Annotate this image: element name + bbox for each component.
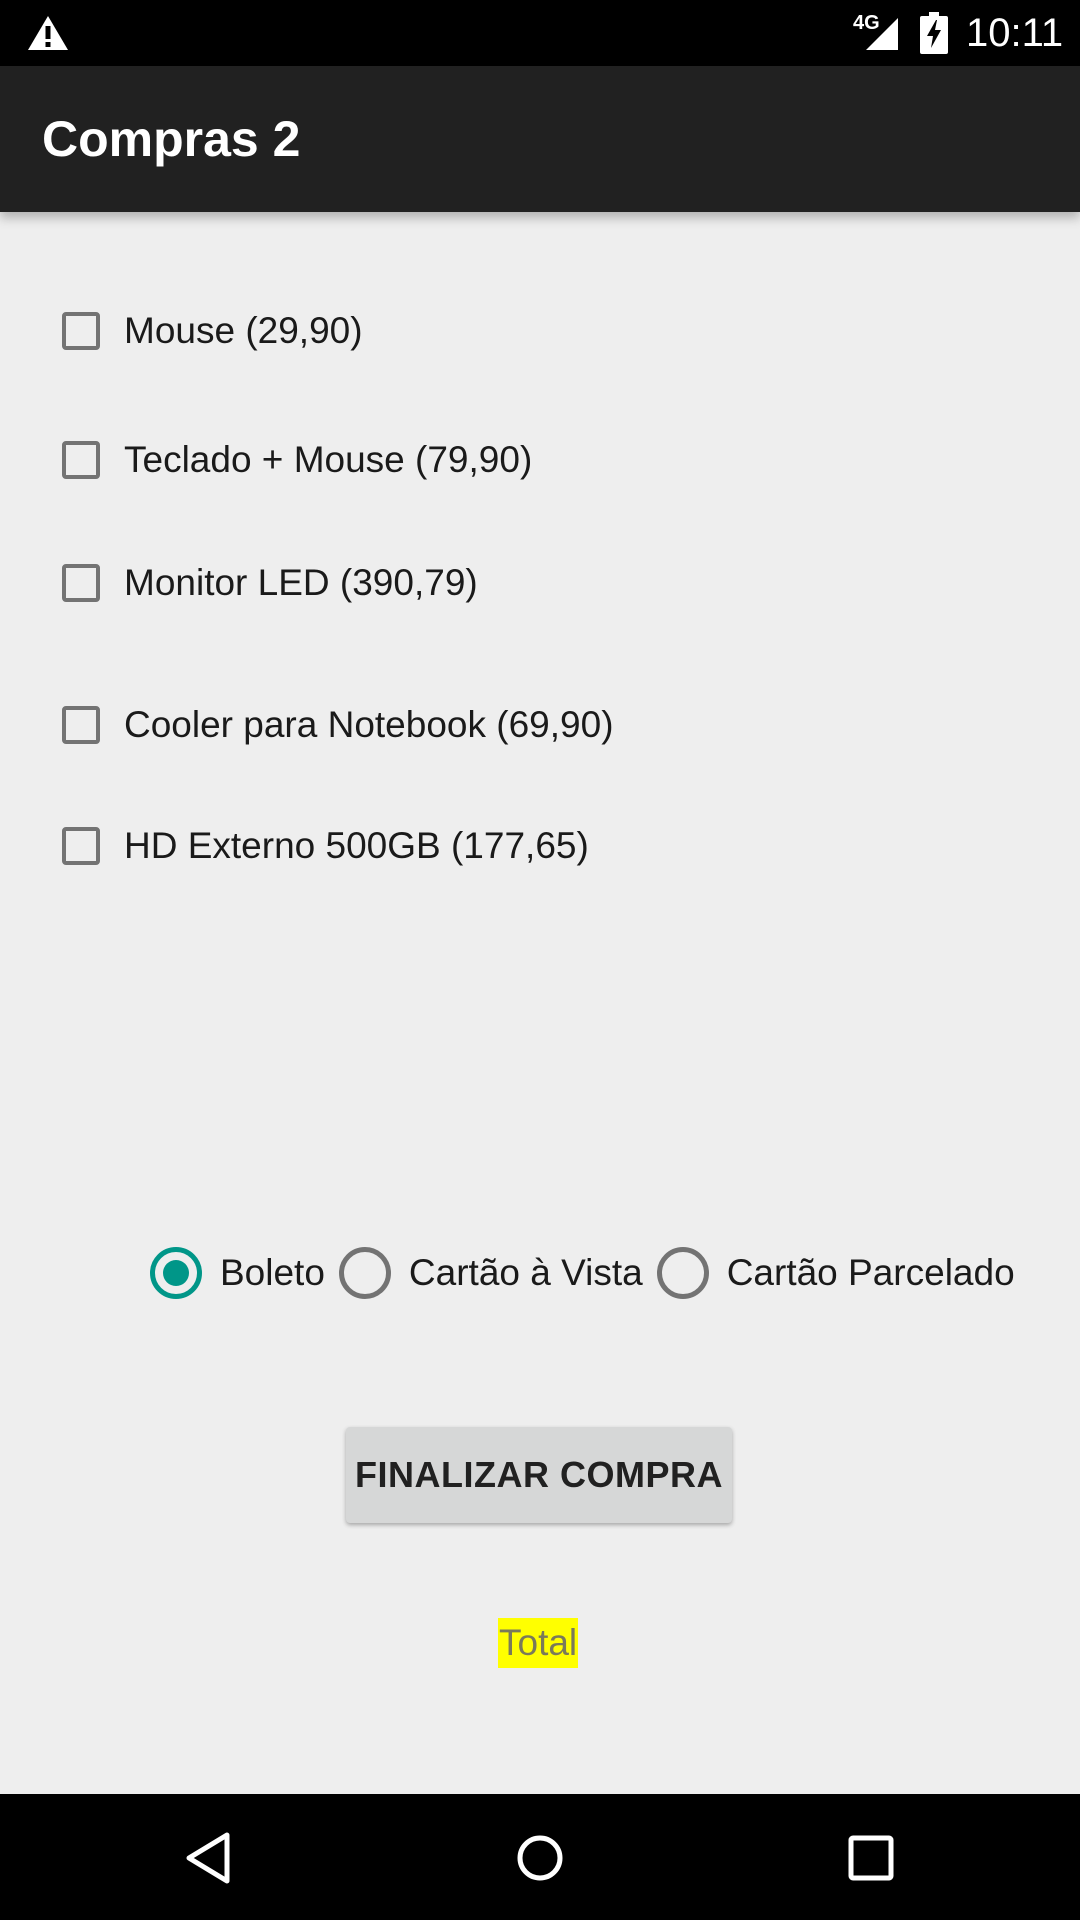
signal-icon [866, 18, 898, 50]
radio-label: Cartão à Vista [408, 1252, 643, 1293]
product-label: Monitor LED (390,79) [124, 562, 478, 603]
radio-cartao-a-vista[interactable]: Cartão à Vista [338, 1247, 643, 1299]
radio-cartao-parcelado[interactable]: Cartão Parcelado [656, 1247, 1015, 1299]
product-label: Mouse (29,90) [124, 310, 363, 351]
screen: 4G 10:11 Compras 2 Mouse (29,90) Teclado… [0, 0, 1080, 1920]
checkbox-icon[interactable] [62, 564, 100, 602]
app-title: Compras 2 [42, 111, 301, 167]
radio-label: Cartão Parcelado [726, 1252, 1015, 1293]
product-checkbox-hd-externo[interactable]: HD Externo 500GB (177,65) [60, 816, 589, 876]
checkbox-icon[interactable] [62, 441, 100, 479]
radio-unselected-icon[interactable] [656, 1247, 709, 1299]
navigation-bar [0, 1794, 1080, 1920]
checkbox-icon[interactable] [62, 706, 100, 744]
product-label: Teclado + Mouse (79,90) [124, 439, 533, 480]
radio-boleto[interactable]: Boleto [150, 1247, 325, 1299]
product-checkbox-mouse[interactable]: Mouse (29,90) [60, 301, 363, 361]
product-label: HD Externo 500GB (177,65) [124, 825, 589, 866]
recents-icon[interactable] [846, 1830, 896, 1886]
total-label: Total [498, 1618, 579, 1668]
product-checkbox-monitor-led[interactable]: Monitor LED (390,79) [60, 553, 478, 613]
radio-selected-icon[interactable] [150, 1247, 202, 1299]
back-icon[interactable] [184, 1830, 234, 1886]
radio-unselected-icon[interactable] [338, 1247, 391, 1299]
product-checkbox-cooler-notebook[interactable]: Cooler para Notebook (69,90) [60, 695, 614, 755]
warning-icon [28, 16, 68, 50]
clock: 10:11 [966, 11, 1064, 55]
home-icon[interactable] [515, 1830, 565, 1886]
checkbox-icon[interactable] [62, 827, 100, 865]
finish-purchase-button[interactable]: FINALIZAR COMPRA [346, 1427, 732, 1523]
app-bar: Compras 2 [0, 66, 1080, 212]
payment-radio-group: Boleto Cartão à Vista Cartão Parcelado [150, 1245, 1029, 1301]
battery-charging-icon [920, 12, 948, 54]
checkbox-icon[interactable] [62, 312, 100, 350]
product-label: Cooler para Notebook (69,90) [124, 704, 614, 745]
status-bar: 4G 10:11 [0, 0, 1080, 66]
product-checkbox-teclado-mouse[interactable]: Teclado + Mouse (79,90) [60, 430, 532, 490]
radio-label: Boleto [220, 1252, 325, 1293]
